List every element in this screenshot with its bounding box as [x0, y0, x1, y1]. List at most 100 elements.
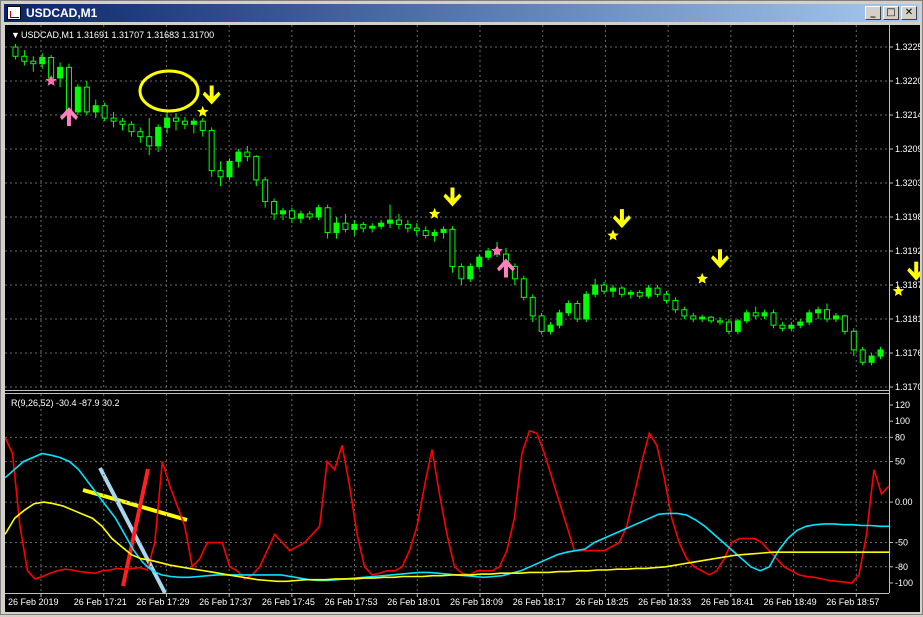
indicator-tick-label: 120: [895, 400, 910, 410]
highlight-ellipse[interactable]: [138, 69, 200, 113]
indicator-tick-label: -50: [895, 538, 908, 548]
indicator-tick-label: 50: [895, 457, 905, 467]
candle-bear: [413, 227, 420, 232]
indicator-tick-label: -80: [895, 562, 908, 572]
candle-bull: [609, 287, 616, 292]
price-tick-label: 1.31705: [895, 382, 920, 392]
title-bar[interactable]: USDCAD,M1 _ □ ✕: [4, 4, 919, 22]
indicator-axis[interactable]: 120 100 80 50 0.00 -50 -80 -100: [889, 400, 913, 588]
candle-bear: [172, 117, 179, 122]
indicator-tick-label: 80: [895, 432, 905, 442]
price-tick-label: 1.32200: [895, 76, 920, 86]
close-button[interactable]: ✕: [901, 6, 917, 20]
candle-bull: [868, 355, 875, 363]
candle-bull: [788, 324, 795, 329]
candle-bull: [877, 349, 884, 357]
minimize-button[interactable]: _: [865, 6, 881, 20]
price-tick-label: 1.32255: [895, 42, 920, 52]
price-tick-label: 1.32145: [895, 110, 920, 120]
time-tick-label: 26 Feb 18:41: [701, 597, 754, 607]
window-title: USDCAD,M1: [26, 6, 98, 20]
candle-bull: [57, 66, 64, 79]
candle-bull: [627, 291, 634, 295]
candle-bear: [395, 219, 402, 225]
price-header: USDCAD,M1 1.31691 1.31707 1.31683 1.3170…: [21, 30, 214, 40]
candle-bull: [92, 105, 99, 113]
candle-bear: [770, 312, 777, 326]
candle-bear: [48, 57, 55, 79]
candle-bear: [725, 321, 732, 332]
time-tick-label: 26 Feb 17:53: [325, 597, 378, 607]
candle-bear: [824, 309, 831, 320]
candle-bull: [369, 225, 376, 229]
sell-arrow-down-icon: [711, 249, 730, 269]
price-grid: [5, 25, 889, 390]
time-axis[interactable]: 26 Feb 2019 26 Feb 17:21 26 Feb 17:29 26 Fe…: [8, 593, 879, 607]
candle-bear: [244, 151, 251, 157]
indicator-grid: [5, 394, 889, 593]
chart-area[interactable]: ▼ USDCAD,M1 1.31691 1.31707 1.31683 1.31…: [4, 25, 923, 612]
candle-bear: [30, 60, 37, 65]
candle-bear: [217, 170, 224, 178]
candle-bear: [199, 120, 206, 131]
candle-bull: [565, 303, 572, 314]
candle-bull: [431, 231, 438, 237]
candle-bull: [378, 222, 385, 227]
restore-button[interactable]: □: [883, 6, 899, 20]
candle-bear: [681, 309, 688, 317]
price-header-arrow[interactable]: ▼: [11, 30, 20, 40]
candle-bear: [618, 287, 625, 295]
candle-bear: [128, 123, 135, 133]
trendline-yellow[interactable]: [82, 488, 188, 522]
sell-arrow-down-icon: [202, 85, 221, 105]
candle-bull: [235, 151, 242, 162]
candle-bear: [574, 303, 581, 320]
chart-svg[interactable]: ▼ USDCAD,M1 1.31691 1.31707 1.31683 1.31…: [4, 25, 923, 612]
candle-bear: [422, 230, 429, 237]
candle-bear: [458, 265, 465, 280]
price-axis[interactable]: 1.32255 1.32200 1.32145 1.32090 1.32035 1.319…: [889, 42, 923, 392]
sell-arrow-down-icon: [907, 261, 923, 281]
time-tick-label: 26 Feb 18:33: [638, 597, 691, 607]
price-tick-label: 1.31870: [895, 280, 920, 290]
candle-bear: [65, 66, 72, 113]
candle-bear: [342, 222, 349, 230]
price-tick-label: 1.31980: [895, 212, 920, 222]
candle-bear: [306, 213, 313, 218]
candle-bull: [280, 210, 287, 215]
candle-bull: [743, 312, 750, 322]
candle-bull: [74, 86, 81, 113]
candle-bear: [360, 223, 367, 229]
time-tick-label: 26 Feb 17:37: [199, 597, 252, 607]
price-tick-label: 1.32090: [895, 144, 920, 154]
price-tick-label: 1.31815: [895, 314, 920, 324]
candle-bull: [797, 321, 804, 326]
candle-bull: [806, 312, 813, 323]
candle-bull: [155, 126, 162, 147]
signal-markers: [45, 75, 923, 296]
candle-bear: [288, 210, 295, 219]
candle-bull: [297, 213, 304, 219]
candle-bull: [832, 315, 839, 320]
candle-bear: [21, 55, 28, 62]
indicator-tick-label: 0.00: [895, 497, 913, 507]
candle-bull: [387, 219, 394, 224]
candle-bull: [734, 320, 741, 332]
buy-star-icon: [45, 75, 57, 86]
terminal-window: USDCAD,M1 _ □ ✕ ▼ USDCAD,M1 1.31691 1.31…: [0, 0, 923, 615]
chart-window-icon[interactable]: [7, 6, 21, 20]
candle-bull: [645, 287, 652, 297]
price-tick-label: 1.31760: [895, 348, 920, 358]
candle-bear: [146, 136, 153, 147]
candle-bear: [324, 207, 331, 233]
candle-bull: [556, 312, 563, 326]
candle-bull: [351, 223, 358, 230]
candle-bear: [690, 315, 697, 320]
sell-star-icon: [607, 229, 619, 241]
candle-bull: [164, 117, 171, 128]
candle-bull: [583, 293, 590, 320]
candle-bear: [529, 296, 536, 317]
candle-bull: [699, 316, 706, 320]
time-tick-label: 26 Feb 18:49: [764, 597, 817, 607]
candle-bear: [253, 155, 260, 181]
